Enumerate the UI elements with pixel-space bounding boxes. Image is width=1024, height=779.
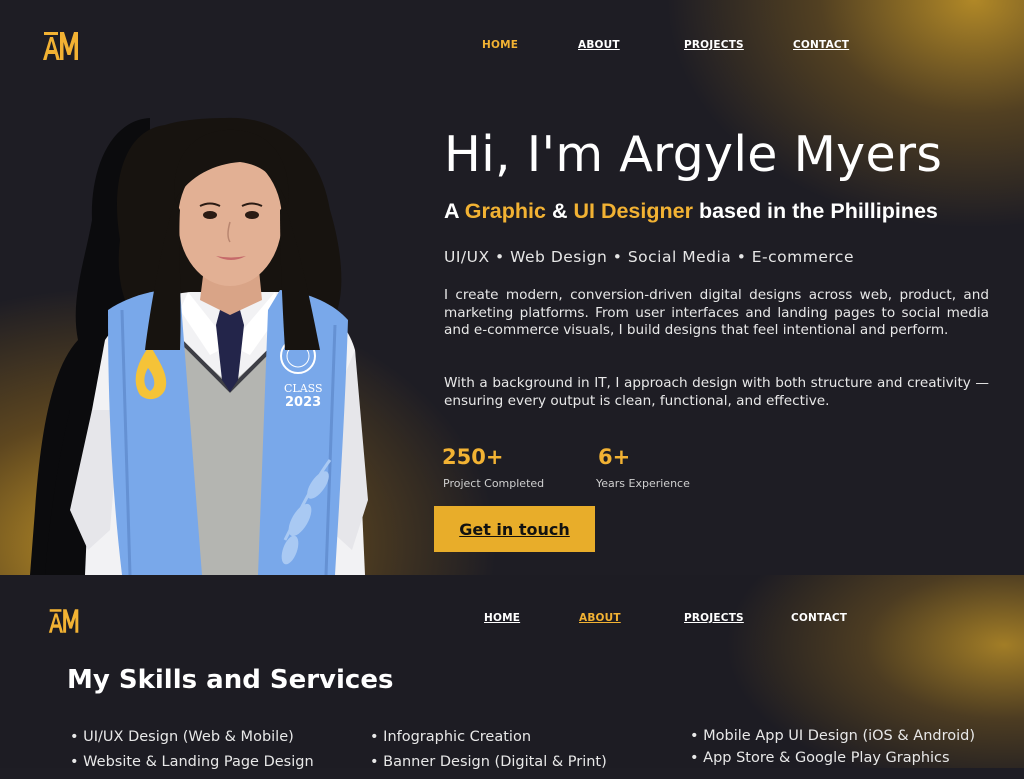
skill-item: • App Store & Google Play Graphics (690, 750, 950, 766)
nav-contact[interactable]: CONTACT (793, 39, 849, 51)
hero-tags: UI/UX • Web Design • Social Media • E-co… (444, 248, 854, 266)
about-logo[interactable] (48, 607, 80, 635)
logo-icon (43, 32, 78, 60)
skill-item: • Website & Landing Page Design (70, 754, 314, 770)
stole-class-text: CLASS (284, 382, 323, 395)
hero-paragraph-1: I create modern, conversion-driven digit… (444, 287, 989, 338)
hero-subtitle: A Graphic & UI Designer based in the Phi… (444, 199, 938, 224)
hero-subtitle-rest: based in the Phillipines (698, 199, 938, 223)
stat-projects-value: 250+ (442, 445, 504, 469)
stole-year-text: 2023 (285, 395, 321, 410)
about-nav-about[interactable]: ABOUT (579, 612, 621, 624)
skills-column-1: • UI/UX Design (Web & Mobile) • Website … (70, 729, 314, 779)
hero-section: AM HOME ABOUT PROJECTS CONTACT (0, 0, 1024, 575)
hero-subtitle-a: A (444, 199, 459, 223)
about-nav-contact[interactable]: CONTACT (791, 612, 847, 624)
hero-subtitle-graphic: Graphic (464, 199, 546, 223)
skill-item: • UI/UX Design (Web & Mobile) (70, 729, 294, 745)
nav-projects[interactable]: PROJECTS (684, 39, 744, 51)
skills-column-2: • Infographic Creation • Banner Design (… (370, 729, 607, 779)
nav-about[interactable]: ABOUT (578, 39, 620, 51)
skills-title: My Skills and Services (67, 665, 394, 695)
hero-subtitle-amp: & (551, 199, 568, 223)
about-logo-icon (48, 609, 79, 633)
hero-title: Hi, I'm Argyle Myers (444, 126, 943, 183)
skill-item: • Infographic Creation (370, 729, 532, 745)
portrait-image: CLASS 2023 (30, 117, 368, 575)
skill-item: • Mobile App UI Design (iOS & Android) (690, 728, 975, 744)
nav-home[interactable]: HOME (482, 39, 518, 51)
about-nav-projects[interactable]: PROJECTS (684, 612, 744, 624)
hero-paragraph-2: With a background in IT, I approach desi… (444, 375, 989, 409)
stat-years-label: Years Experience (596, 477, 690, 490)
skill-item: • Banner Design (Digital & Print) (370, 754, 607, 770)
logo[interactable]: AM (42, 30, 80, 62)
stat-years-value: 6+ (598, 445, 631, 469)
stat-projects-label: Project Completed (443, 477, 545, 490)
about-nav-home[interactable]: HOME (484, 612, 520, 624)
get-in-touch-button[interactable]: Get in touch (434, 506, 595, 552)
hero-glow-top-right (664, 0, 1024, 230)
hero-subtitle-ui: UI Designer (573, 199, 693, 223)
